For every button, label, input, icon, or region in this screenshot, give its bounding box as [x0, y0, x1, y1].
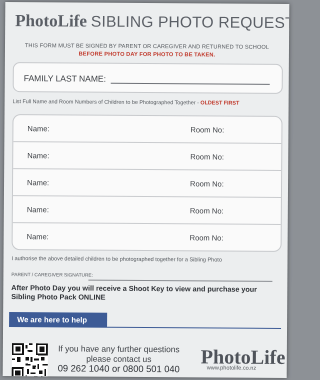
family-name-box: FAMILY LAST NAME:	[12, 62, 283, 94]
contact-info: If you have any further questions please…	[53, 343, 185, 374]
deadline-instruction: BEFORE PHOTO DAY FOR PHOTO TO BE TAKEN.	[78, 51, 216, 59]
child-name-field[interactable]: Name:	[27, 124, 49, 133]
child-name-field[interactable]: Name:	[27, 232, 49, 241]
list-instruction-text: List Full Name and Room Numbers of Child…	[12, 99, 201, 107]
help-divider	[107, 326, 282, 329]
phone-numbers: 09 262 1040 or 0800 501 040	[57, 363, 180, 375]
room-number-field[interactable]: Room No:	[190, 206, 224, 215]
signature-field[interactable]	[88, 279, 273, 282]
form-title: SIBLING PHOTO REQUEST	[90, 13, 290, 33]
child-name-field[interactable]: Name:	[27, 205, 49, 214]
family-name-label: FAMILY LAST NAME:	[23, 73, 107, 84]
oldest-first-label: OLDEST FIRST	[200, 100, 240, 107]
child-row: Name: Room No:	[13, 115, 282, 144]
child-name-field[interactable]: Name:	[27, 178, 49, 187]
form-header: PhotoLife SIBLING PHOTO REQUEST	[15, 11, 289, 33]
request-form-sheet: PhotoLife SIBLING PHOTO REQUEST THIS FORM…	[2, 2, 290, 378]
child-row: Name: Room No:	[12, 169, 282, 198]
help-banner-label: We are here to help	[17, 315, 88, 325]
list-instruction: List Full Name and Room Numbers of Child…	[13, 99, 240, 107]
room-number-field[interactable]: Room No:	[190, 125, 224, 134]
return-instruction: THIS FORM MUST BE SIGNED BY PARENT OR CA…	[24, 43, 270, 51]
child-row: Name: Room No:	[13, 223, 281, 251]
photolife-logo: PhotoLife	[15, 11, 88, 31]
shoot-key-notice: After Photo Day you will receive a Shoot…	[11, 283, 257, 302]
signature-label: PARENT / CAREGIVER SIGNATURE:	[11, 273, 93, 279]
room-number-field[interactable]: Room No:	[190, 179, 224, 188]
child-row: Name: Room No:	[13, 142, 282, 171]
help-question-line: If you have any further questions	[58, 343, 180, 355]
authorisation-statement: I authorise the above detailed children …	[11, 256, 222, 264]
website-url: www.photolife.co.nz	[206, 365, 257, 372]
room-number-field[interactable]: Room No:	[190, 233, 224, 242]
help-banner: We are here to help	[9, 312, 108, 328]
child-name-field[interactable]: Name:	[27, 151, 49, 160]
child-row: Name: Room No:	[12, 196, 281, 225]
room-number-field[interactable]: Room No:	[190, 152, 224, 161]
children-list-box: Name: Room No: Name: Room No: Name: Room…	[11, 114, 283, 252]
family-name-field[interactable]	[110, 82, 270, 85]
qr-code-icon	[11, 343, 48, 378]
